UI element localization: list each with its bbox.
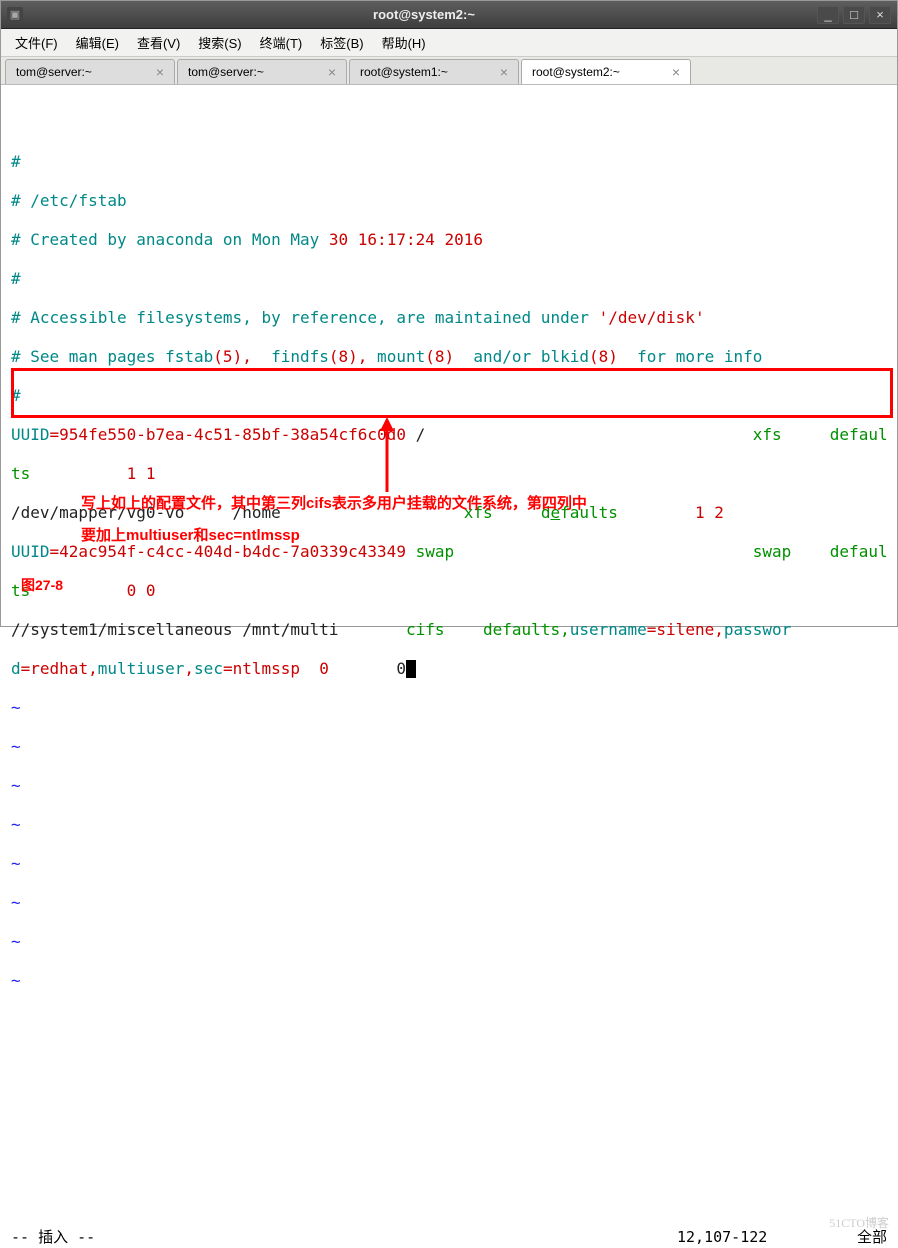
tab-label: root@system1:~ <box>360 65 448 79</box>
tab-bar: tom@server:~ × tom@server:~ × root@system1… <box>1 57 897 85</box>
tilde-line: ~ <box>11 971 887 991</box>
close-icon[interactable]: × <box>156 64 164 80</box>
close-icon[interactable]: × <box>672 64 680 80</box>
vim-mode: -- 插入 -- <box>11 1228 677 1246</box>
text-line: # <box>11 386 887 406</box>
tab-label: tom@server:~ <box>188 65 264 79</box>
menu-help[interactable]: 帮助(H) <box>374 29 434 56</box>
figure-label: 图27-8 <box>21 577 63 594</box>
tab-1[interactable]: tom@server:~ × <box>177 59 347 84</box>
tab-label: root@system2:~ <box>532 65 620 79</box>
terminal-content[interactable]: # # /etc/fstab # Created by anaconda on … <box>1 85 897 1248</box>
text-line: # Accessible filesystems, by reference, … <box>11 308 887 328</box>
text-line: ts 1 1 <box>11 464 887 484</box>
maximize-button[interactable]: □ <box>843 6 865 24</box>
window-buttons: _ □ × <box>817 6 891 24</box>
window-titlebar: ▣ root@system2:~ _ □ × <box>1 1 897 29</box>
annotation-line-1: 写上如上的配置文件，其中第三列cifs表示多用户挂载的文件系统，第四列中 <box>81 495 587 513</box>
menu-tabs[interactable]: 标签(B) <box>312 29 371 56</box>
menu-bar: 文件(F) 编辑(E) 查看(V) 搜索(S) 终端(T) 标签(B) 帮助(H… <box>1 29 897 57</box>
text-line: # /etc/fstab <box>11 191 887 211</box>
text-line: # Created by anaconda on Mon May 30 16:1… <box>11 230 887 250</box>
window-title: root@system2:~ <box>31 7 817 22</box>
tab-2[interactable]: root@system1:~ × <box>349 59 519 84</box>
tilde-line: ~ <box>11 932 887 952</box>
menu-search[interactable]: 搜索(S) <box>190 29 249 56</box>
tab-label: tom@server:~ <box>16 65 92 79</box>
tilde-line: ~ <box>11 815 887 835</box>
annotation-line-2: 要加上multiuser和sec=ntlmssp <box>81 527 300 545</box>
tilde-line: ~ <box>11 698 887 718</box>
cursor <box>406 660 416 678</box>
terminal-icon: ▣ <box>7 7 23 23</box>
text-line: # See man pages fstab(5), findfs(8), mou… <box>11 347 887 367</box>
close-icon[interactable]: × <box>500 64 508 80</box>
menu-edit[interactable]: 编辑(E) <box>68 29 127 56</box>
tab-3[interactable]: root@system2:~ × <box>521 59 691 84</box>
tilde-line: ~ <box>11 854 887 874</box>
tab-0[interactable]: tom@server:~ × <box>5 59 175 84</box>
tilde-line: ~ <box>11 893 887 913</box>
menu-view[interactable]: 查看(V) <box>129 29 188 56</box>
text-line: ts 0 0 <box>11 581 887 601</box>
menu-file[interactable]: 文件(F) <box>7 29 66 56</box>
vim-scroll: 全部 <box>857 1228 887 1246</box>
tilde-line: ~ <box>11 737 887 757</box>
arrow-icon <box>377 417 397 493</box>
close-window-button[interactable]: × <box>869 6 891 24</box>
tilde-line: ~ <box>11 776 887 796</box>
minimize-button[interactable]: _ <box>817 6 839 24</box>
text-line: UUID=954fe550-b7ea-4c51-85bf-38a54cf6c0d… <box>11 425 887 445</box>
vim-position: 12,107-122 <box>677 1228 857 1246</box>
menu-terminal[interactable]: 终端(T) <box>252 29 311 56</box>
close-icon[interactable]: × <box>328 64 336 80</box>
text-line: # <box>11 152 887 172</box>
vim-status-bar: -- 插入 -- 12,107-122 全部 <box>11 1228 887 1246</box>
text-line <box>11 113 887 133</box>
text-line: # <box>11 269 887 289</box>
text-line: d=redhat,multiuser,sec=ntlmssp 0 0 <box>11 659 887 679</box>
text-line: //system1/miscellaneous /mnt/multi cifs … <box>11 620 887 640</box>
